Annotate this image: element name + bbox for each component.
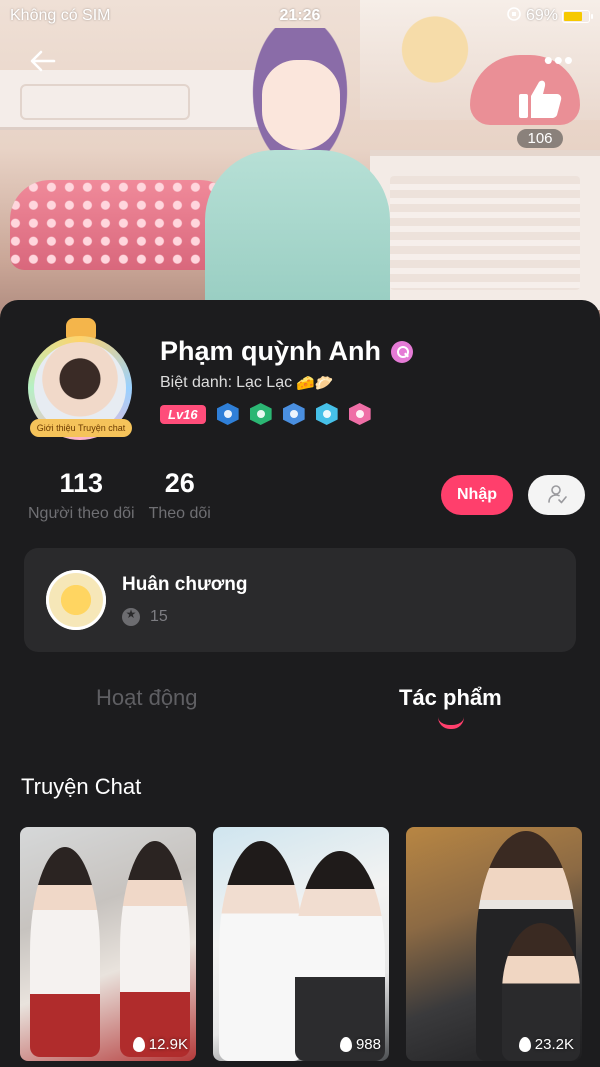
- flame-icon: [339, 1037, 352, 1052]
- badge-icon-2[interactable]: [249, 403, 272, 425]
- story-view-count: 988: [339, 1036, 381, 1053]
- followers-count: 113: [59, 468, 104, 498]
- section-title: Truyện Chat: [21, 774, 142, 799]
- story-view-count: 12.9K: [132, 1036, 188, 1053]
- nickname-value: Lạc Lạc: [236, 374, 293, 391]
- following-count: 26: [164, 468, 195, 498]
- medal-title: Huân chương: [122, 574, 248, 595]
- story-count-text: 12.9K: [148, 1036, 188, 1053]
- more-options-icon[interactable]: •••: [544, 47, 574, 73]
- story-count-text: 23.2K: [534, 1036, 574, 1053]
- nickname-label: Biệt danh:: [160, 374, 233, 391]
- cover-character-face: [262, 60, 340, 150]
- story-thumbnail-person: [295, 851, 385, 1061]
- orientation-lock-icon: [506, 6, 522, 27]
- flame-icon: [518, 1037, 531, 1052]
- stats-row: 113 Người theo dõi 26 Theo dõi: [28, 468, 211, 523]
- story-view-count: 23.2K: [518, 1036, 574, 1053]
- status-bar: Không có SIM 21:26 69%: [0, 0, 600, 32]
- story-card[interactable]: 988: [213, 827, 389, 1061]
- medal-icon: [46, 570, 106, 630]
- story-card[interactable]: 23.2K: [406, 827, 582, 1061]
- badge-row: Lv16: [160, 403, 371, 425]
- story-card[interactable]: 12.9K: [20, 827, 196, 1061]
- story-thumbnail-person: [120, 841, 190, 1057]
- thumbs-up-icon[interactable]: [517, 80, 563, 124]
- medal-card[interactable]: Huân chương 15: [24, 548, 576, 652]
- avatar-frame-tag: Giới thiệu Truyện chat: [30, 419, 132, 437]
- flame-icon: [132, 1037, 145, 1052]
- following-stat[interactable]: 26 Theo dõi: [149, 468, 211, 523]
- story-thumbnail-person: [30, 847, 100, 1057]
- badge-icon-4[interactable]: [315, 403, 338, 425]
- follow-user-button[interactable]: [528, 475, 585, 515]
- level-badge[interactable]: Lv16: [160, 404, 206, 424]
- battery-icon: [562, 9, 593, 23]
- name-row: Phạm quỳnh Anh: [160, 336, 413, 367]
- profile-name: Phạm quỳnh Anh: [160, 336, 381, 366]
- active-tab-indicator: [438, 717, 464, 729]
- search-badge-icon[interactable]: [391, 340, 413, 363]
- star-icon: [122, 607, 140, 626]
- like-widget[interactable]: 106: [510, 78, 570, 148]
- avatar[interactable]: Giới thiệu Truyện chat: [18, 318, 140, 440]
- cover-desk: [0, 70, 270, 130]
- nickname-emoji: 🧀🥟: [296, 375, 334, 392]
- cover-cabinet: [370, 150, 600, 310]
- following-label: Theo dõi: [148, 505, 211, 522]
- medal-count: 15: [150, 608, 168, 625]
- nickname: Biệt danh: Lạc Lạc 🧀🥟: [160, 374, 333, 392]
- followers-label: Người theo dõi: [28, 505, 135, 522]
- enter-button[interactable]: Nhập: [441, 475, 513, 515]
- badge-icon-1[interactable]: [216, 403, 239, 425]
- badge-icon-3[interactable]: [282, 403, 305, 425]
- status-right: 69%: [506, 6, 593, 27]
- profile-cover-image: [0, 0, 600, 330]
- profile-panel: Giới thiệu Truyện chat Phạm quỳnh Anh Bi…: [0, 300, 600, 1067]
- story-thumbnail-person: [219, 841, 303, 1061]
- tab-works[interactable]: Tác phẩm: [399, 685, 502, 711]
- carrier-text: Không có SIM: [10, 7, 111, 24]
- tab-activity[interactable]: Hoạt động: [96, 685, 198, 711]
- story-count-text: 988: [355, 1036, 381, 1053]
- profile-tabs: Hoạt động Tác phẩm: [0, 685, 600, 729]
- followers-stat[interactable]: 113 Người theo dõi: [28, 468, 135, 523]
- battery-percent: 69%: [525, 7, 558, 24]
- medal-count-row: 15: [122, 607, 168, 626]
- badge-icon-5[interactable]: [348, 403, 371, 425]
- story-list: 12.9K 988 23.2K: [20, 827, 582, 1061]
- user-check-icon: [546, 483, 568, 508]
- back-arrow-icon[interactable]: [28, 46, 58, 76]
- like-count: 106: [517, 129, 563, 148]
